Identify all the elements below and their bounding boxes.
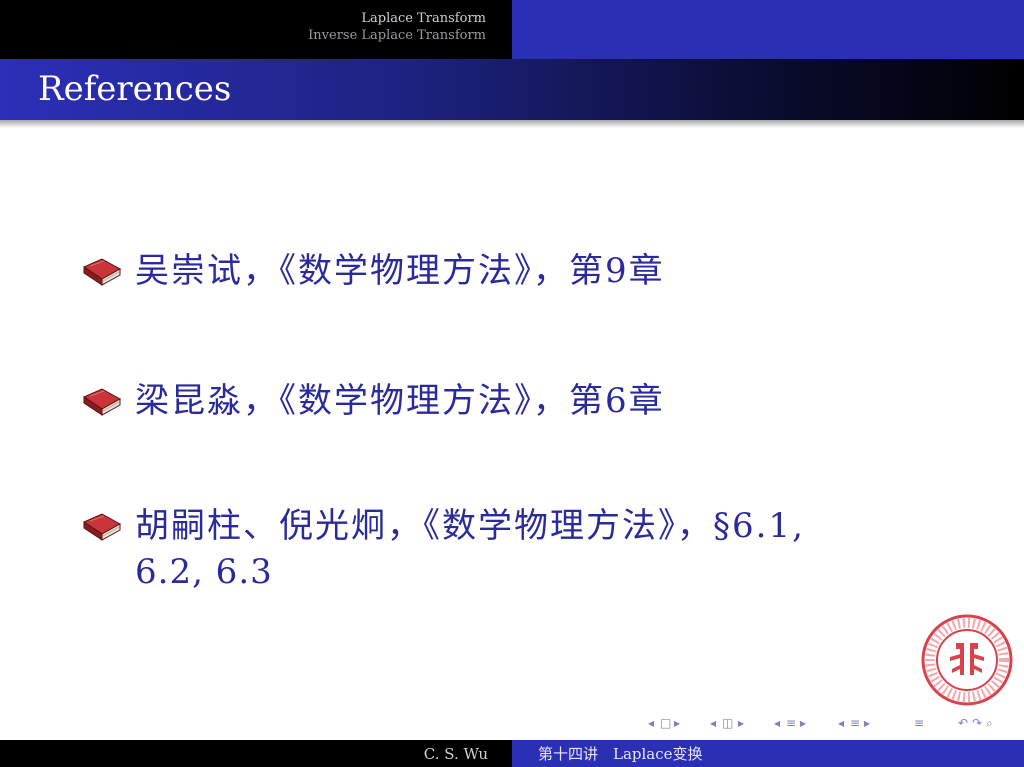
footer-right: 第十四讲 Laplace变换 [512, 740, 1024, 767]
top-bar-left: Laplace Transform Inverse Laplace Transf… [0, 0, 512, 59]
subsection-back-arrow-icon[interactable]: ◂ [710, 716, 716, 730]
frame-icon[interactable]: □ [660, 716, 671, 730]
frame-back-arrow-icon[interactable]: ◂ [648, 716, 654, 730]
peking-university-seal-icon [921, 614, 1013, 706]
reference-text: 梁昆淼，《数学物理方法》，第6章 [135, 381, 665, 421]
reference-text: 胡嗣柱、倪光炯，《数学物理方法》，§6.1, [135, 506, 805, 546]
document-icon[interactable]: ≡ [850, 716, 860, 730]
document-forward-arrow-icon[interactable]: ▸ [864, 716, 870, 730]
subsection-forward-arrow-icon[interactable]: ▸ [738, 716, 744, 730]
section-list: Laplace Transform Inverse Laplace Transf… [308, 10, 486, 44]
footer-bar: C. S. Wu 第十四讲 Laplace变换 [0, 740, 1024, 767]
top-navigation-bar: Laplace Transform Inverse Laplace Transf… [0, 0, 1024, 59]
section-icon[interactable]: ≡ [786, 716, 796, 730]
title-bar-shadow [0, 120, 1024, 128]
top-bar-right [512, 0, 1024, 59]
frame-forward-arrow-icon[interactable]: ▸ [674, 716, 680, 730]
reference-text-continuation: 6.2, 6.3 [135, 552, 273, 592]
section-link-laplace-transform[interactable]: Laplace Transform [308, 10, 486, 27]
section-back-arrow-icon[interactable]: ◂ [774, 716, 780, 730]
subsection-icon[interactable]: ◫ [722, 716, 733, 730]
document-back-arrow-icon[interactable]: ◂ [838, 716, 844, 730]
search-forward-icon[interactable]: ↷ [972, 716, 982, 730]
reference-text: 吴崇试，《数学物理方法》，第9章 [135, 251, 665, 291]
frame-title-bar: References [0, 59, 1024, 120]
appendix-icon[interactable]: ≡ [914, 716, 924, 730]
footer-title: 第十四讲 Laplace变换 [538, 745, 703, 763]
search-icon[interactable]: ⌕ [986, 716, 993, 731]
book-icon [82, 258, 122, 286]
search-back-icon[interactable]: ↶ [958, 716, 968, 730]
book-icon [82, 513, 122, 541]
footer-left: C. S. Wu [0, 740, 512, 767]
beamer-navigation-controls: ◂ □ ▸ ◂ ◫ ▸ ◂ ≡ ▸ ◂ ≡ ▸ ≡ ↶ ↷ ⌕ [648, 716, 1018, 734]
section-forward-arrow-icon[interactable]: ▸ [800, 716, 806, 730]
section-link-inverse-laplace-transform[interactable]: Inverse Laplace Transform [308, 27, 486, 44]
frame-title: References [38, 69, 232, 109]
footer-author: C. S. Wu [423, 745, 488, 763]
book-icon [82, 388, 122, 416]
